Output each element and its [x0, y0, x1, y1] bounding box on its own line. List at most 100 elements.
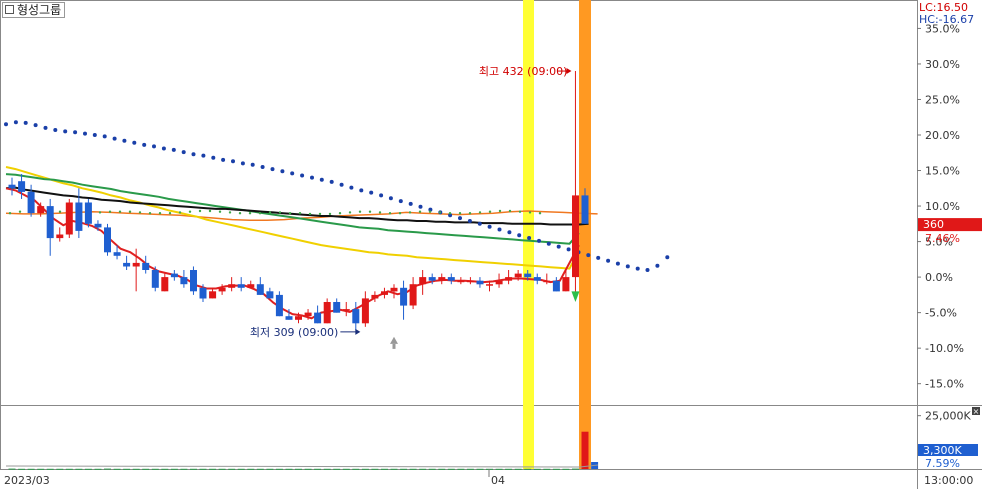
- candle-body: [266, 291, 274, 299]
- envelope-dot: [33, 123, 38, 128]
- volume-bar: [151, 468, 159, 470]
- envelope-dot: [201, 153, 206, 158]
- envelope-dot: [270, 167, 275, 172]
- chart-title-tag[interactable]: 형성그룹: [2, 2, 66, 18]
- candle-body: [400, 287, 408, 306]
- volume-bar: [400, 468, 408, 470]
- low-arrow-icon: [355, 328, 361, 335]
- envelope-dot: [408, 201, 413, 206]
- signal-dot: [488, 210, 492, 213]
- volume-bar: [65, 468, 73, 470]
- envelope-dot: [73, 130, 78, 135]
- hc-label: HC:-16.67: [919, 13, 974, 26]
- candle-body: [142, 262, 150, 270]
- candle-body: [495, 280, 503, 285]
- envelope-dot: [339, 182, 344, 187]
- envelope-dot: [240, 161, 245, 166]
- signal-dot: [348, 211, 352, 214]
- high-annotation: 최고 432 (09:00): [479, 65, 568, 78]
- volume-bar: [381, 468, 388, 470]
- envelope-dot: [537, 238, 541, 243]
- volume-bar: [314, 468, 322, 470]
- signal-dot: [58, 210, 62, 213]
- envelope-dot: [231, 159, 235, 164]
- ma-line-5: [5, 187, 580, 320]
- volume-bar: [75, 468, 83, 470]
- candle-body: [409, 284, 417, 306]
- envelope-dot: [171, 147, 176, 152]
- signal-dot: [478, 211, 482, 214]
- envelope-dot: [369, 190, 374, 195]
- volume-ma-line: [5, 464, 599, 468]
- envelope-dot: [556, 244, 561, 249]
- candle-body: [75, 202, 83, 231]
- candle-body: [295, 316, 302, 320]
- signal-dot: [448, 212, 452, 215]
- envelope-dot: [83, 131, 87, 136]
- envelope-dot: [388, 196, 393, 201]
- volume-bar: [457, 468, 465, 470]
- signal-dot: [358, 210, 362, 213]
- envelope-dot: [13, 120, 18, 125]
- envelope-dot: [635, 266, 640, 271]
- envelope-dot: [625, 264, 630, 269]
- candle-body: [18, 181, 26, 192]
- current-change: 7.46%: [925, 232, 960, 245]
- envelope-dot: [92, 133, 97, 137]
- envelope-dot: [221, 157, 226, 162]
- volume-bar: [180, 468, 188, 470]
- down-marker-icon: [571, 291, 580, 302]
- envelope-dot: [507, 230, 512, 235]
- candle-body: [94, 223, 102, 228]
- candle-body: [486, 284, 493, 286]
- envelope-dot: [122, 138, 127, 143]
- volume-bar: [562, 468, 570, 470]
- signal-dot: [298, 212, 302, 215]
- candle-body: [581, 195, 589, 224]
- envelope-dot: [250, 162, 255, 167]
- current-price: 360: [923, 218, 944, 231]
- envelope-dot: [112, 136, 117, 141]
- volume-bar: [466, 468, 474, 470]
- volume-bar: [247, 468, 255, 470]
- up-marker-icon: [390, 336, 398, 344]
- candle-body: [190, 270, 197, 292]
- signal-dot: [278, 211, 282, 214]
- signal-dot: [368, 210, 372, 213]
- checkbox-icon[interactable]: [5, 5, 14, 14]
- envelope-dot: [53, 128, 58, 132]
- volume-bar: [8, 468, 16, 470]
- chart-window: 35.0% 30.0% 25.0% 20.0% 15.0% 10.0% 5.0% 0.0% -5…: [0, 0, 982, 489]
- signal-dot: [528, 211, 532, 214]
- signal-dot: [438, 211, 442, 214]
- candle-body: [562, 277, 570, 292]
- volume-bar: [514, 468, 522, 470]
- signal-dot: [398, 212, 402, 215]
- volume-bar: [581, 431, 589, 469]
- envelope-dot: [211, 155, 216, 160]
- volume-bar: [333, 468, 341, 470]
- candle-body: [285, 316, 293, 320]
- volume-bar: [342, 468, 350, 470]
- signal-dot: [178, 211, 182, 214]
- signal-dot: [168, 212, 172, 215]
- signal-dot: [378, 211, 382, 214]
- volume-bar: [505, 468, 513, 470]
- candle-body: [323, 302, 331, 324]
- signal-dot: [138, 211, 142, 214]
- signal-dot: [328, 212, 332, 216]
- volume-bar: [199, 468, 207, 470]
- volume-bar: [533, 468, 541, 470]
- volume-bar: [285, 468, 293, 470]
- candlestick-chart[interactable]: 35.0%30.0%25.0%20.0%15.0%10.0%5.0%0.0%-5…: [0, 0, 982, 489]
- candle-body: [447, 277, 455, 281]
- signal-dot: [188, 210, 192, 213]
- highlight-band-orange: [579, 0, 591, 469]
- signal-dot: [118, 210, 122, 213]
- signal-dot: [288, 212, 292, 215]
- volume-bar: [409, 468, 417, 470]
- volume-bar: [27, 468, 35, 470]
- volume-bar: [390, 468, 398, 470]
- candle-body: [381, 291, 388, 295]
- envelope-dot: [418, 204, 423, 209]
